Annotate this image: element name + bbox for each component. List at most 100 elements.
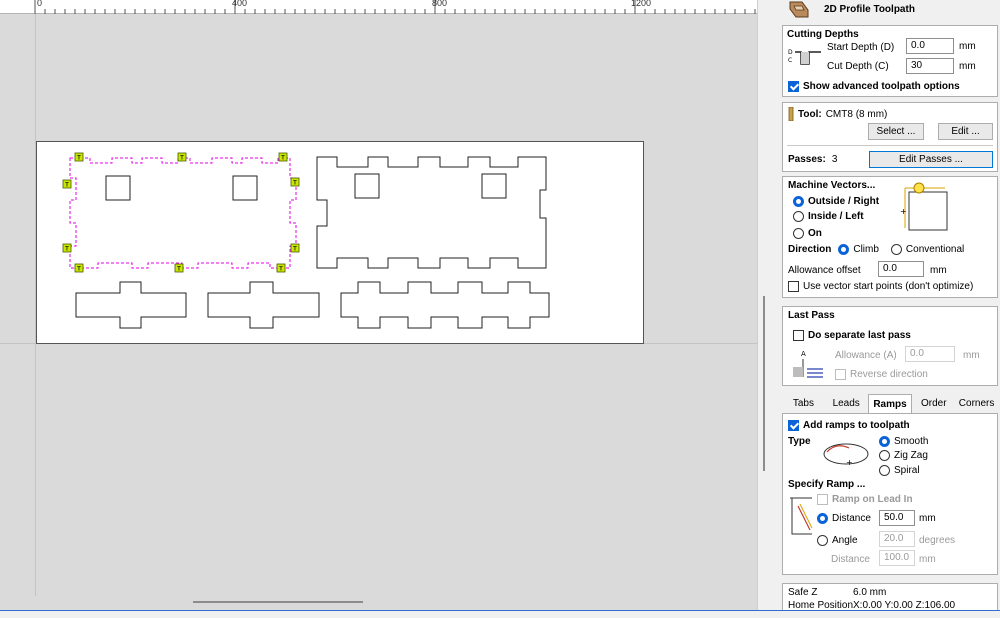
allowance-offset-input[interactable]: 0.0 (878, 261, 924, 277)
tab-corners[interactable]: Corners (955, 394, 998, 414)
box-side-hole-2[interactable] (481, 173, 507, 199)
ramp-zigzag-radio[interactable] (879, 450, 890, 461)
climb-label: Climb (853, 244, 879, 255)
ramp-distance2-input[interactable]: 100.0 (879, 550, 915, 566)
on-radio[interactable] (793, 228, 804, 239)
cutting-depths-section: Cutting Depths D C Start Depth (D) 0.0 m… (782, 25, 998, 97)
ramps-section: Add ramps to toolpath Type + Smooth Zig … (782, 413, 998, 575)
direction-row: Direction Climb Conventional (788, 244, 964, 255)
outside-right-option[interactable]: Outside / Right (793, 196, 879, 207)
vector-parts[interactable]: T T T T T T T T T T (0, 0, 757, 596)
tab-marker[interactable]: T (174, 263, 184, 273)
ramp-angle-input[interactable]: 20.0 (879, 531, 915, 547)
vertical-scrollbar[interactable] (757, 0, 780, 612)
ramp-distance-unit: mm (919, 513, 936, 524)
reverse-direction-checkbox[interactable]: Reverse direction (835, 369, 928, 380)
drawing-canvas[interactable]: 0 400 800 1200 TTTTTTTTTT (0, 0, 757, 612)
conventional-radio[interactable] (890, 244, 902, 255)
ramp-angle-radio[interactable] (817, 535, 828, 546)
tab-markers[interactable]: T T T T T T T T T T (62, 152, 300, 273)
add-ramps-check-icon[interactable] (788, 420, 799, 431)
passes-row: Passes: 3 (788, 154, 837, 165)
tool-bit-icon (788, 107, 794, 121)
edit-passes-button[interactable]: Edit Passes ... (869, 151, 993, 168)
vector-start-points-checkbox[interactable]: Use vector start points (don't optimize) (788, 281, 973, 292)
ramp-angle-unit: degrees (919, 535, 956, 546)
machine-vectors-section: Machine Vectors... Outside / Right Insid… (782, 176, 998, 298)
cut-depth-input[interactable]: 30 (906, 58, 954, 74)
long-slotted-part[interactable] (340, 281, 550, 329)
svg-text:T: T (281, 156, 285, 162)
select-tool-button[interactable]: Select ... (868, 123, 924, 140)
tab-marker[interactable]: T (276, 263, 286, 273)
tab-order[interactable]: Order (912, 394, 955, 414)
tab-marker[interactable]: T (177, 152, 187, 162)
safe-z-value: 6.0 mm (853, 587, 887, 598)
ramp-smooth-radio[interactable] (879, 436, 890, 447)
ramp-spiral-radio[interactable] (879, 465, 890, 476)
add-ramps-label: Add ramps to toolpath (803, 420, 910, 431)
tab-ramps[interactable]: Ramps (867, 394, 913, 414)
show-advanced-check-icon[interactable] (788, 81, 799, 92)
on-label: On (808, 228, 822, 239)
last-pass-allowance-input[interactable]: 0.0 (905, 346, 955, 362)
horizontal-scrollbar-thumb[interactable] (193, 601, 363, 603)
ramp-distance-radio[interactable] (817, 513, 828, 524)
tab-marker[interactable]: T (290, 177, 300, 187)
ramp-profile-diagram-icon (790, 497, 813, 535)
cutting-depths-heading: Cutting Depths (787, 29, 859, 40)
last-pass-allowance-unit: mm (963, 350, 980, 361)
tab-marker[interactable]: T (62, 243, 72, 253)
inside-left-radio[interactable] (793, 211, 804, 222)
tab-marker[interactable]: T (62, 179, 72, 189)
separate-last-pass-checkbox[interactable]: Do separate last pass (793, 330, 911, 341)
vector-start-points-check-icon[interactable] (788, 281, 799, 292)
tab-tabs[interactable]: Tabs (782, 394, 825, 414)
ramp-on-lead-in-checkbox[interactable]: Ramp on Lead In (817, 494, 913, 505)
reverse-direction-check-icon[interactable] (835, 369, 846, 380)
inside-left-option[interactable]: Inside / Left (793, 211, 864, 222)
cross-part-1[interactable] (75, 281, 187, 329)
ramp-spiral-option[interactable]: Spiral (879, 465, 920, 476)
ramp-angle-option[interactable]: Angle (817, 535, 858, 546)
tab-marker[interactable]: T (290, 243, 300, 253)
climb-radio[interactable] (838, 244, 850, 255)
svg-text:T: T (180, 156, 184, 162)
edit-tool-button[interactable]: Edit ... (938, 123, 993, 140)
cut-depth-label: Cut Depth (C) (827, 61, 889, 72)
vertical-scrollbar-thumb[interactable] (763, 296, 765, 471)
outside-right-radio[interactable] (793, 196, 804, 207)
conventional-label: Conventional (905, 244, 965, 255)
add-ramps-checkbox[interactable]: Add ramps to toolpath (788, 420, 910, 431)
ramp-distance-input[interactable]: 50.0 (879, 510, 915, 526)
start-depth-input[interactable]: 0.0 (906, 38, 954, 54)
selected-part-hole-1[interactable] (105, 175, 131, 201)
reverse-direction-label: Reverse direction (850, 369, 928, 380)
tool-divider (787, 145, 993, 146)
ramp-zigzag-option[interactable]: Zig Zag (879, 450, 928, 461)
tab-marker[interactable]: T (74, 152, 84, 162)
ramp-on-lead-in-check-icon[interactable] (817, 494, 828, 505)
horizontal-scrollbar[interactable] (0, 596, 757, 610)
tool-section: Tool: CMT8 (8 mm) Select ... Edit ... Pa… (782, 102, 998, 172)
ramp-on-lead-in-label: Ramp on Lead In (832, 494, 913, 505)
tab-marker[interactable]: T (74, 263, 84, 273)
svg-text:D: D (788, 49, 793, 56)
on-option[interactable]: On (793, 228, 822, 239)
ramp-distance-option[interactable]: Distance (817, 513, 871, 524)
tab-marker[interactable]: T (278, 152, 288, 162)
show-advanced-checkbox[interactable]: Show advanced toolpath options (788, 81, 960, 92)
tab-leads[interactable]: Leads (825, 394, 868, 414)
selected-part-hole-2[interactable] (232, 175, 258, 201)
box-side-part[interactable] (316, 156, 547, 269)
cross-part-2[interactable] (207, 281, 320, 329)
box-side-hole-1[interactable] (354, 173, 380, 199)
allowance-offset-unit: mm (930, 265, 947, 276)
cut-depth-unit: mm (959, 61, 976, 72)
ramp-smooth-option[interactable]: Smooth (879, 436, 928, 447)
selected-part-outline[interactable] (69, 157, 297, 269)
svg-text:T: T (77, 156, 81, 162)
separate-last-pass-check-icon[interactable] (793, 330, 804, 341)
vector-start-points-label: Use vector start points (don't optimize) (803, 281, 974, 292)
depth-diagram-icon: D C (788, 49, 821, 65)
